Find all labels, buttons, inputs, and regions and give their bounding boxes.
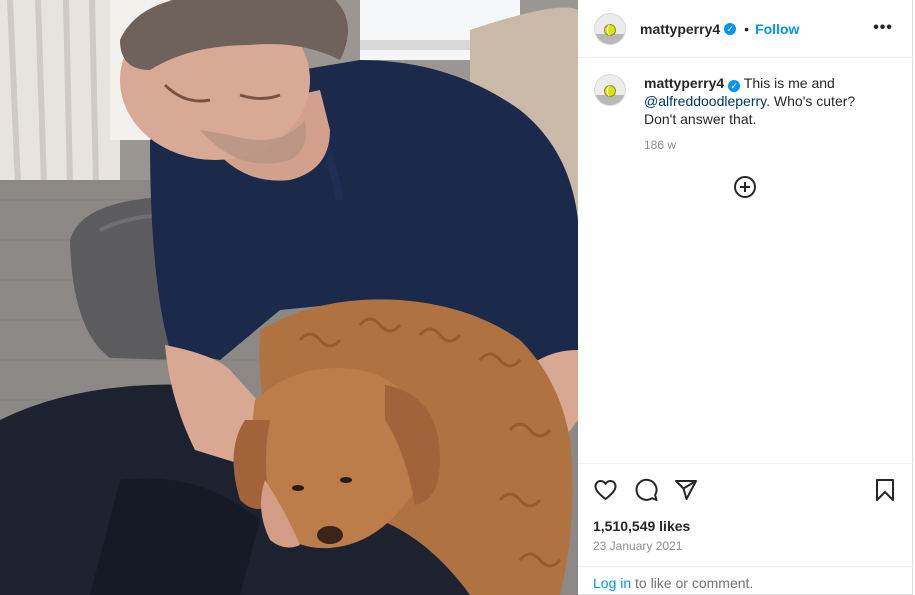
post-date[interactable]: 23 January 2021 (593, 539, 682, 553)
post-photo-illustration (0, 0, 578, 595)
heart-icon[interactable] (593, 478, 618, 507)
verified-badge-icon: ✓ (724, 22, 737, 35)
likes-count[interactable]: 1,510,549 likes (593, 518, 690, 534)
more-options-icon[interactable]: ••• (873, 19, 893, 37)
separator-dot: • (744, 20, 750, 37)
login-prompt: Log in to like or comment. (578, 566, 913, 595)
verified-badge-icon: ✓ (728, 80, 741, 92)
follow-button[interactable]: Follow (755, 21, 799, 37)
login-prompt-text: to like or comment. (631, 575, 754, 591)
avatar[interactable] (594, 12, 626, 45)
tennis-ball-icon (604, 23, 616, 36)
plus-circle-icon[interactable] (734, 176, 756, 198)
caption-username[interactable]: mattyperry4 (644, 75, 724, 91)
bookmark-icon[interactable] (874, 478, 896, 507)
caption-avatar[interactable] (594, 74, 626, 106)
send-icon[interactable] (674, 478, 698, 507)
caption-mention-link[interactable]: @alfreddoodleperry (644, 93, 766, 109)
caption-timestamp[interactable]: 186 w (644, 136, 884, 154)
post-header: mattyperry4 ✓ • Follow ••• (578, 0, 913, 58)
post-sidebar: mattyperry4 ✓ • Follow ••• mattyperry4 ✓ … (578, 0, 913, 595)
action-bar (578, 463, 913, 515)
caption-line-3: Don't answer that. (644, 111, 757, 127)
tennis-ball-icon (604, 85, 616, 97)
header-username[interactable]: mattyperry4 (640, 21, 720, 37)
caption-text: mattyperry4 ✓ This is me and @alfreddoodl… (644, 74, 884, 154)
caption-line-1: This is me and (740, 75, 835, 91)
caption-line-2: . Who's cuter? (766, 93, 856, 109)
comment-icon[interactable] (634, 478, 659, 507)
caption: mattyperry4 ✓ This is me and @alfreddoodl… (594, 74, 899, 154)
post-image[interactable] (0, 0, 578, 595)
login-link[interactable]: Log in (593, 575, 631, 591)
